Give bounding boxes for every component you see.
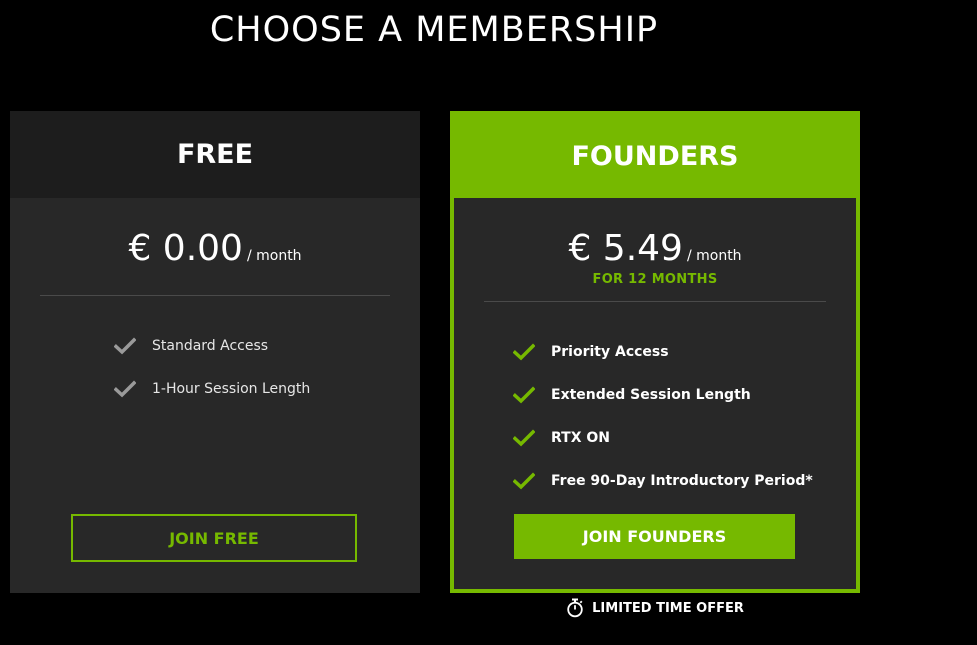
check-icon <box>114 380 136 397</box>
feature-extended-session: Extended Session Length <box>513 373 856 416</box>
check-icon <box>513 386 535 403</box>
founders-divider <box>484 301 826 302</box>
free-plan-card: FREE € 0.00/ month Standard Access 1-Hou… <box>10 111 420 593</box>
feature-label: Free 90-Day Introductory Period* <box>551 472 813 489</box>
limited-time-offer: LIMITED TIME OFFER <box>450 598 860 618</box>
check-icon <box>513 472 535 489</box>
check-icon <box>513 343 535 360</box>
free-price-period: / month <box>246 248 302 264</box>
founders-price-subnote: FOR 12 MONTHS <box>592 272 718 287</box>
feature-label: RTX ON <box>551 429 610 446</box>
free-plan-price: € 0.00/ month <box>10 228 420 270</box>
free-divider <box>40 295 390 296</box>
feature-label: Priority Access <box>551 343 669 360</box>
free-plan-name: FREE <box>10 111 420 198</box>
founders-price-amount: € 5.49 <box>568 228 683 269</box>
feature-standard-access: Standard Access <box>114 324 420 367</box>
feature-priority-access: Priority Access <box>513 330 856 373</box>
founders-price-period: / month <box>686 248 742 264</box>
feature-session-length: 1-Hour Session Length <box>114 367 420 410</box>
feature-label: 1-Hour Session Length <box>152 380 311 397</box>
join-free-button[interactable]: JOIN FREE <box>71 514 357 562</box>
founders-feature-list: Priority Access Extended Session Length … <box>513 330 856 502</box>
check-icon <box>513 429 535 446</box>
free-price-amount: € 0.00 <box>128 228 243 269</box>
feature-label: Extended Session Length <box>551 386 751 403</box>
stopwatch-icon <box>567 598 583 618</box>
limited-offer-label: LIMITED TIME OFFER <box>592 600 744 616</box>
founders-plan-name: FOUNDERS <box>454 115 856 198</box>
free-feature-list: Standard Access 1-Hour Session Length <box>114 324 420 410</box>
feature-label: Standard Access <box>152 337 269 354</box>
page-title: CHOOSE A MEMBERSHIP <box>209 10 659 50</box>
join-founders-button[interactable]: JOIN FOUNDERS <box>514 514 795 559</box>
feature-rtx-on: RTX ON <box>513 416 856 459</box>
check-icon <box>114 337 136 354</box>
founders-plan-card: FOUNDERS € 5.49/ month FOR 12 MONTHS Pri… <box>450 111 860 593</box>
feature-intro-period: Free 90-Day Introductory Period* <box>513 459 856 502</box>
founders-plan-price: € 5.49/ month <box>454 228 856 270</box>
